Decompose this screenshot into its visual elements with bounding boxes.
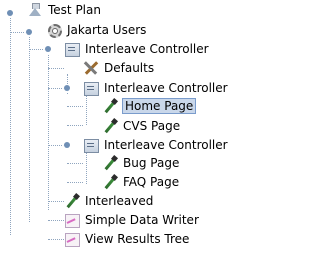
tree-line [48, 68, 64, 69]
tree-line [48, 55, 49, 210]
tree-node-label-selected: Home Page [122, 98, 197, 114]
gear-icon [46, 22, 62, 38]
tree-node-home-page[interactable]: Home Page [102, 97, 197, 115]
tools-icon [83, 60, 99, 76]
tree-line [48, 239, 64, 240]
tree-line [67, 163, 83, 164]
tree-node-cvs-page[interactable]: CVS Page [102, 117, 181, 135]
tree-node-label: Interleaved [85, 194, 154, 208]
tree-node-faq-page[interactable]: FAQ Page [102, 173, 180, 191]
tree-node-label: View Results Tree [85, 232, 190, 246]
tree-line [86, 151, 87, 184]
tree-node-label: Bug Page [123, 156, 180, 170]
tree-node-simple-data-writer[interactable]: Simple Data Writer [64, 211, 200, 229]
tree-expand-handle[interactable] [64, 142, 70, 148]
tree-node-label: Defaults [104, 61, 155, 75]
tree-node-label: Interleave Controller [104, 81, 228, 95]
tree-node-label: Interleave Controller [104, 138, 228, 152]
pipette-icon [102, 155, 118, 171]
tree-line [29, 49, 45, 50]
controller-icon [83, 137, 99, 153]
flask-icon [27, 2, 43, 18]
controller-icon [64, 41, 80, 57]
tree-node-label: CVS Page [123, 119, 181, 133]
tree-node-label: Jakarta Users [67, 23, 147, 37]
tree-expand-handle[interactable] [45, 46, 51, 52]
graph-icon [64, 212, 80, 228]
tree-line [48, 220, 64, 221]
tree-node-label: Simple Data Writer [85, 213, 199, 227]
tree-line [48, 201, 64, 202]
tree-line [10, 32, 26, 33]
controller-icon [83, 80, 99, 96]
tree-line [48, 88, 64, 89]
tree-line [29, 33, 30, 222]
tree-expand-handle[interactable] [64, 85, 70, 91]
tree-line [67, 74, 68, 94]
pipette-icon [64, 193, 80, 209]
tree-node-label: FAQ Page [123, 175, 180, 189]
tree-node-interleave-controller[interactable]: Interleave Controller [83, 79, 229, 97]
tree-line [86, 95, 87, 125]
tree-node-view-results-tree[interactable]: View Results Tree [64, 230, 190, 248]
pipette-icon [102, 98, 118, 114]
test-plan-tree[interactable]: Test Plan Jakarta Users Interleave Contr… [0, 0, 257, 253]
tree-node-test-plan[interactable]: Test Plan [27, 1, 102, 19]
tree-node-bug-page[interactable]: Bug Page [102, 154, 180, 172]
graph-icon [64, 231, 80, 247]
tree-line [67, 106, 83, 107]
tree-node-label: Interleave Controller [85, 42, 209, 56]
tree-line [10, 14, 11, 235]
tree-node-interleave-controller[interactable]: Interleave Controller [64, 40, 210, 58]
tree-node-defaults[interactable]: Defaults [83, 59, 155, 77]
pipette-icon [102, 118, 118, 134]
tree-node-interleave-controller[interactable]: Interleave Controller [83, 136, 229, 154]
pipette-icon [102, 174, 118, 190]
tree-line [48, 145, 64, 146]
tree-line [67, 125, 83, 126]
tree-expand-handle[interactable] [26, 29, 32, 35]
tree-line [67, 182, 83, 183]
tree-node-thread-group[interactable]: Jakarta Users [46, 21, 147, 39]
tree-expand-handle[interactable] [7, 10, 13, 16]
tree-node-interleaved[interactable]: Interleaved [64, 192, 154, 210]
tree-node-label: Test Plan [48, 3, 101, 17]
